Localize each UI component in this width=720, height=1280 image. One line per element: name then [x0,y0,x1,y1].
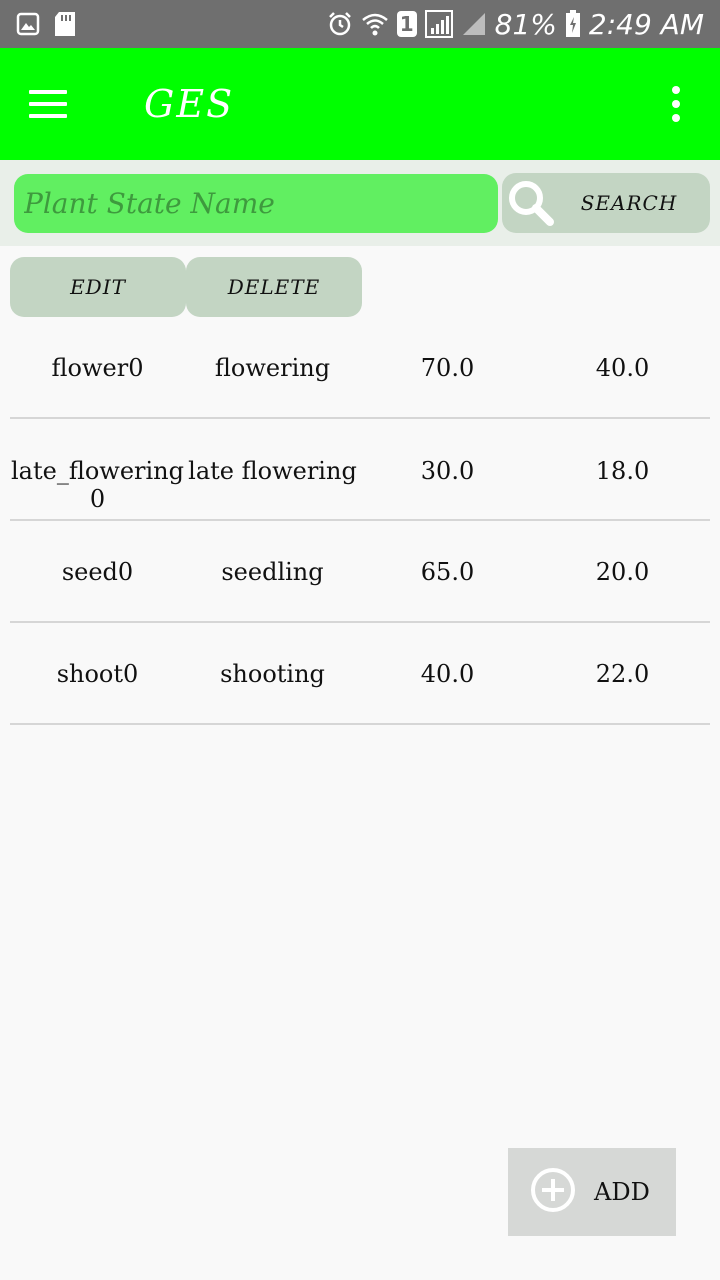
battery-percent: 81% [494,7,557,41]
cell-value-2: 22.0 [595,660,650,688]
signal-strength-icon [461,11,487,37]
overflow-menu-button[interactable] [632,48,720,160]
cell-value-1: 70.0 [420,354,475,382]
cell-value-1: 30.0 [420,457,475,485]
battery-icon [565,10,581,38]
status-bar: 1 81% 2:49 AM [0,0,720,48]
cell-value-2: 40.0 [595,354,650,382]
wifi-icon [361,11,389,37]
cell-name: late flowering [188,457,357,485]
app-bar: GES [0,48,720,160]
hamburger-icon [29,90,67,118]
cell-name: flowering [214,354,331,382]
gallery-icon [16,12,40,36]
cell-value-1: 40.0 [420,660,475,688]
table-row[interactable]: late_flowering 0 late flowering 30.0 18.… [10,419,710,521]
alarm-icon [327,11,353,37]
add-button-label: ADD [594,1178,650,1206]
add-button[interactable]: ADD [508,1148,676,1236]
cell-id: late_flowering 0 [10,457,184,513]
table-row[interactable]: shoot0 shooting 40.0 22.0 [10,623,710,725]
cell-name: shooting [220,660,325,688]
search-icon [504,173,558,233]
search-button-label: SEARCH [580,191,678,215]
edit-button[interactable]: EDIT [10,257,186,317]
cell-id: seed0 [61,558,134,586]
cell-value-2: 20.0 [595,558,650,586]
cell-value-1: 65.0 [420,558,475,586]
signal-icon [424,10,453,38]
add-circle-icon [530,1167,576,1217]
cell-id: shoot0 [56,660,139,688]
search-bar: SEARCH [0,160,720,246]
search-button[interactable]: SEARCH [502,173,710,233]
clock: 2:49 AM [588,7,704,41]
app-title: GES [144,82,235,126]
sim-badge: 1 [396,11,417,37]
cell-id: flower0 [51,354,144,382]
plant-state-table: flower0 flowering 70.0 40.0 late_floweri… [10,317,710,725]
cell-name: seedling [221,558,324,586]
table-row[interactable]: flower0 flowering 70.0 40.0 [10,317,710,419]
menu-button[interactable] [0,48,96,160]
delete-button[interactable]: DELETE [186,257,362,317]
sd-card-icon [54,11,76,37]
search-input[interactable] [14,174,498,233]
cell-value-2: 18.0 [595,457,650,485]
table-row[interactable]: seed0 seedling 65.0 20.0 [10,521,710,623]
